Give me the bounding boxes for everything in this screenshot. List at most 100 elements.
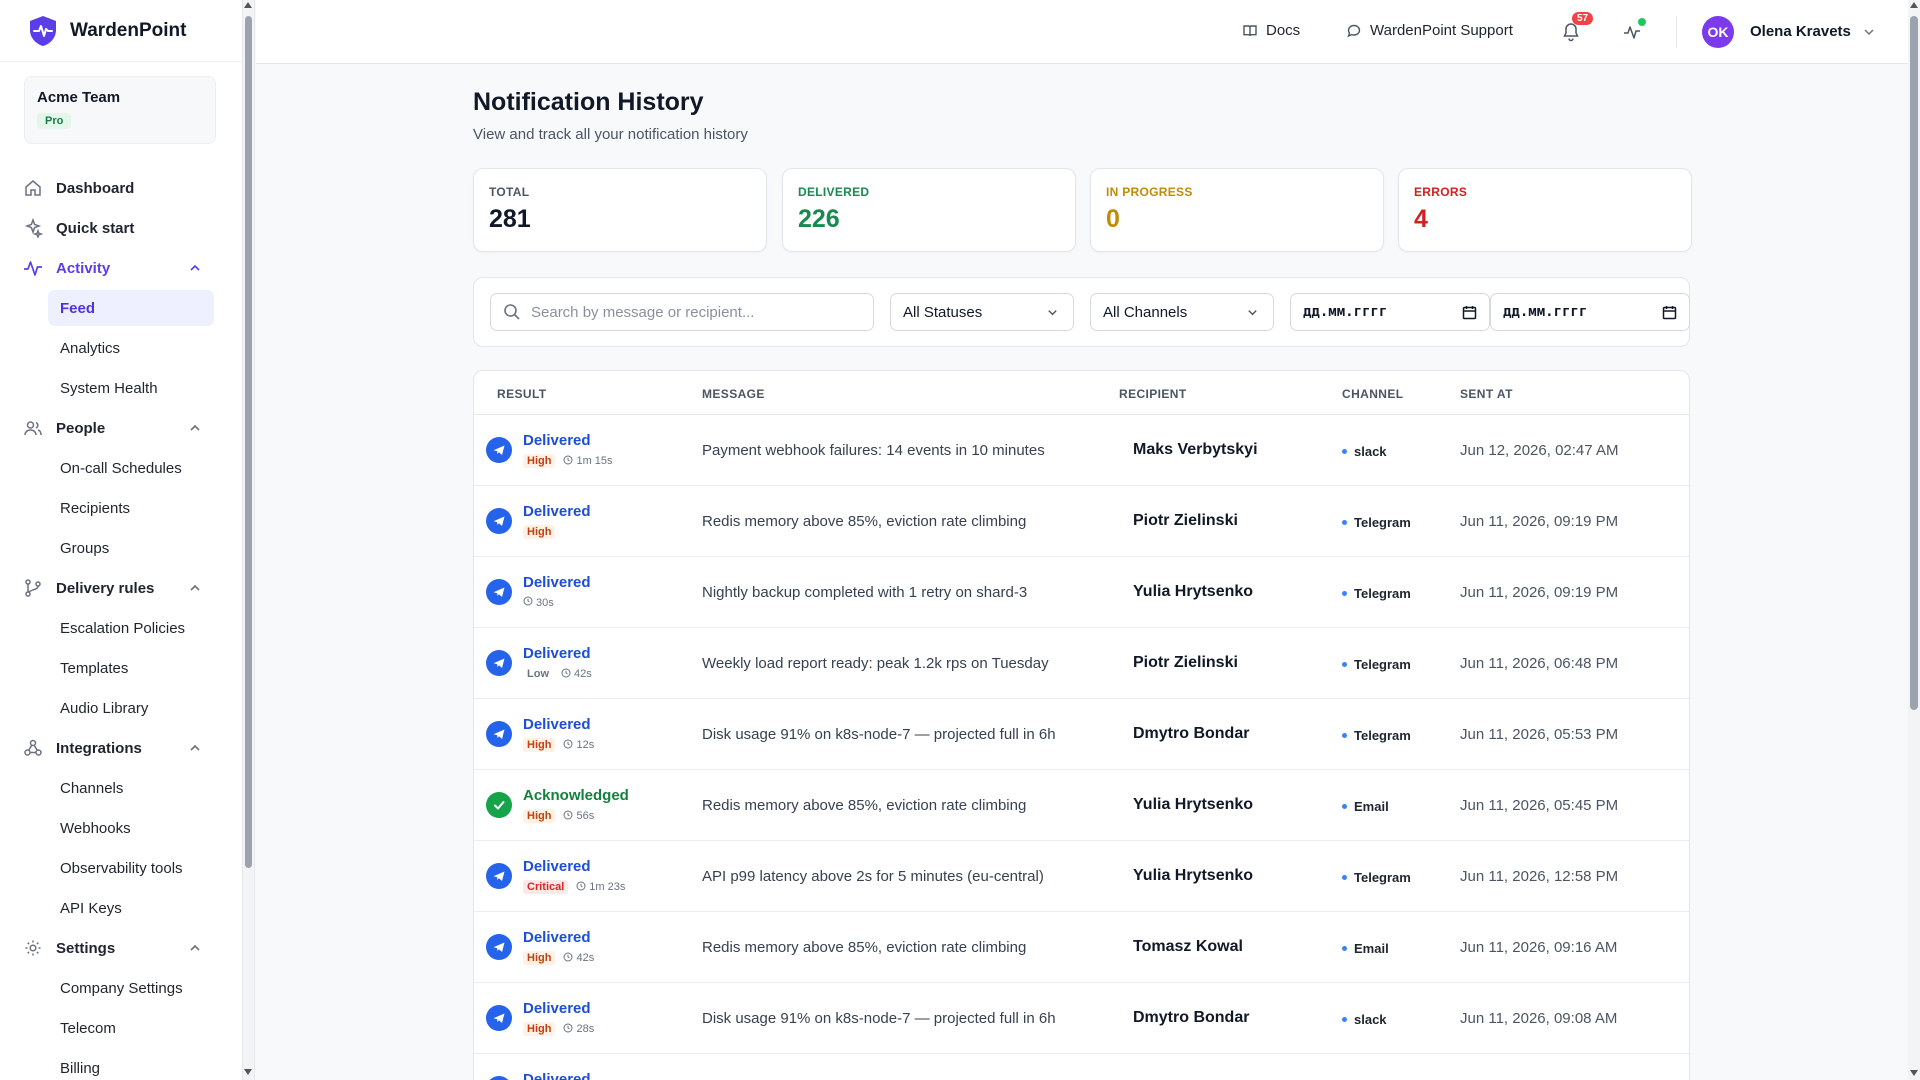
date-to-value: дд.мм.гггг: [1503, 304, 1588, 320]
sidebar-subitem-feed[interactable]: Feed: [48, 290, 214, 326]
sidebar-scrollbar-thumb[interactable]: [245, 16, 252, 868]
sidebar-scroll-down-icon[interactable]: [244, 1069, 252, 1075]
result-status: Delivered: [523, 432, 591, 449]
result-status: Delivered: [523, 858, 591, 875]
sidebar-subitem-observability-tools[interactable]: Observability tools: [0, 848, 242, 888]
sidebar-item-dashboard[interactable]: Dashboard: [0, 168, 242, 208]
chevron-up-icon[interactable]: [188, 261, 202, 275]
sidebar-subitem-system-health[interactable]: System Health: [0, 368, 242, 408]
sidebar-item-integrations[interactable]: Integrations: [0, 728, 242, 768]
sidebar-item-delivery-rules[interactable]: Delivery rules: [0, 568, 242, 608]
sidebar-subitem-templates[interactable]: Templates: [0, 648, 242, 688]
duration: 1m 15s: [563, 455, 613, 468]
message-text: Disk usage 91% on k8s-node-7 — projected…: [702, 726, 1056, 743]
table-row[interactable]: Delivered High Redis memory above 85%, evi…: [474, 486, 1689, 557]
sidebar-subitem-telecom[interactable]: Telecom: [0, 1008, 242, 1048]
result-meta: High 56s: [523, 809, 594, 823]
stat-value: 4: [1414, 205, 1428, 233]
sidebar-subitem-analytics[interactable]: Analytics: [0, 328, 242, 368]
logo[interactable]: WardenPoint: [0, 0, 242, 62]
support-link[interactable]: WardenPoint Support: [1346, 22, 1513, 39]
calendar-icon[interactable]: [1462, 305, 1477, 320]
sidebar-item-label: Quick start: [56, 219, 135, 237]
message-text: Disk usage 91% on k8s-node-7 — projected…: [702, 1010, 1056, 1027]
table-row[interactable]: Acknowledged High 56s Redis memory above 85…: [474, 770, 1689, 841]
column-header-channel[interactable]: CHANNEL: [1342, 387, 1403, 401]
sidebar-subitem-channels[interactable]: Channels: [0, 768, 242, 808]
chevron-up-icon[interactable]: [188, 941, 202, 955]
message-text: Payment webhook failures: 14 events in 1…: [702, 442, 1045, 459]
search-box[interactable]: [490, 293, 874, 331]
duration-value: 42s: [574, 668, 592, 680]
chevron-up-icon[interactable]: [188, 741, 202, 755]
sidebar-item-activity[interactable]: Activity: [0, 248, 242, 288]
table-row[interactable]: Delivered High 12s Disk usage 91% on k8s-no…: [474, 699, 1689, 770]
column-header-result[interactable]: RESULT: [497, 387, 547, 401]
channel-dot: [1342, 520, 1347, 525]
chevron-down-icon: [1248, 310, 1257, 316]
docs-link[interactable]: Docs: [1242, 22, 1300, 39]
stat-card-in-progress: IN PROGRESS 0: [1090, 168, 1384, 252]
search-input[interactable]: [531, 303, 871, 321]
notification-table: RESULT MESSAGE RECIPIENT CHANNEL SENT AT…: [473, 370, 1690, 1080]
duration-value: 30s: [536, 596, 554, 609]
sidebar-scroll-up-icon[interactable]: [244, 2, 252, 8]
sidebar-item-label: Delivery rules: [56, 579, 155, 597]
sidebar-subitem-audio-library[interactable]: Audio Library: [0, 688, 242, 728]
channel-tag: Telegram: [1342, 515, 1411, 530]
sidebar-item-settings[interactable]: Settings: [0, 928, 242, 968]
sidebar-subitem-groups[interactable]: Groups: [0, 528, 242, 568]
date-from-input[interactable]: дд.мм.гггг: [1290, 293, 1490, 331]
column-header-message[interactable]: MESSAGE: [702, 387, 765, 401]
table-row[interactable]: Delivered High 28s Disk usage 91% on k8s-no…: [474, 983, 1689, 1054]
table-row[interactable]: Delivered High 1m 15s Payment webhook failu…: [474, 415, 1689, 486]
sent-at: Jun 11, 2026, 09:19 PM: [1460, 584, 1619, 601]
sidebar-subitem-webhooks[interactable]: Webhooks: [0, 808, 242, 848]
chevron-up-icon[interactable]: [188, 581, 202, 595]
sent-at: Jun 12, 2026, 02:47 AM: [1460, 442, 1619, 459]
result-meta: Low 42s: [523, 667, 592, 681]
channel-select-value: All Channels: [1103, 303, 1188, 321]
avatar[interactable]: OK: [1702, 16, 1734, 48]
channel-select[interactable]: All Channels: [1090, 293, 1274, 331]
chevron-down-icon[interactable]: [1862, 25, 1876, 39]
team-switcher[interactable]: Acme Team Pro: [24, 76, 216, 144]
table-row[interactable]: Delivered 30s Nightly backup completed wit…: [474, 557, 1689, 628]
table-row[interactable]: Delivered: [474, 1054, 1689, 1080]
priority-badge: High: [523, 525, 556, 539]
channel-name: Email: [1354, 941, 1389, 956]
user-name[interactable]: Olena Kravets: [1750, 23, 1851, 40]
result-status: Delivered: [523, 716, 591, 733]
sidebar-subitem-company-settings[interactable]: Company Settings: [0, 968, 242, 1008]
sidebar-subitem-api-keys[interactable]: API Keys: [0, 888, 242, 928]
status-select[interactable]: All Statuses: [890, 293, 1074, 331]
sidebar-subitem-escalation-policies[interactable]: Escalation Policies: [0, 608, 242, 648]
table-row[interactable]: Delivered High 42s Redis memory above 85%, …: [474, 912, 1689, 983]
recipient-name: Piotr Zielinski: [1133, 512, 1238, 529]
table-row[interactable]: Delivered Low 42s Weekly load report ready:…: [474, 628, 1689, 699]
main-scrollbar-thumb[interactable]: [1910, 16, 1918, 710]
table-row[interactable]: Delivered Critical 1m 23s API p99 latency a…: [474, 841, 1689, 912]
sidebar-item-quick-start[interactable]: Quick start: [0, 208, 242, 248]
date-to-input[interactable]: дд.мм.гггг: [1490, 293, 1690, 331]
sidebar-item-people[interactable]: People: [0, 408, 242, 448]
duration-value: 56s: [576, 810, 595, 822]
column-header-recipient[interactable]: RECIPIENT: [1119, 387, 1187, 401]
stat-label: TOTAL: [489, 185, 530, 199]
main-scroll-down-icon[interactable]: [1910, 1070, 1918, 1076]
channel-name: Telegram: [1354, 870, 1411, 885]
sidebar: WardenPoint Acme Team Pro Dashboard Quick…: [0, 0, 243, 1080]
sidebar-subitem-on-call-schedules[interactable]: On-call Schedules: [0, 448, 242, 488]
main-scroll-up-icon[interactable]: [1910, 2, 1918, 8]
send-icon: [486, 863, 512, 889]
recipient-name: Dmytro Bondar: [1133, 725, 1250, 742]
sidebar-subitem-recipients[interactable]: Recipients: [0, 488, 242, 528]
chevron-up-icon[interactable]: [188, 421, 202, 435]
column-header-sent-at[interactable]: SENT AT: [1460, 387, 1513, 401]
sent-at: Jun 11, 2026, 09:16 AM: [1460, 939, 1618, 956]
sidebar-item-label: Settings: [56, 939, 116, 957]
priority-badge: Critical: [523, 880, 569, 894]
recipient-name: Maks Verbytskyi: [1133, 441, 1258, 458]
calendar-icon[interactable]: [1662, 305, 1677, 320]
sidebar-subitem-billing[interactable]: Billing: [0, 1048, 242, 1080]
